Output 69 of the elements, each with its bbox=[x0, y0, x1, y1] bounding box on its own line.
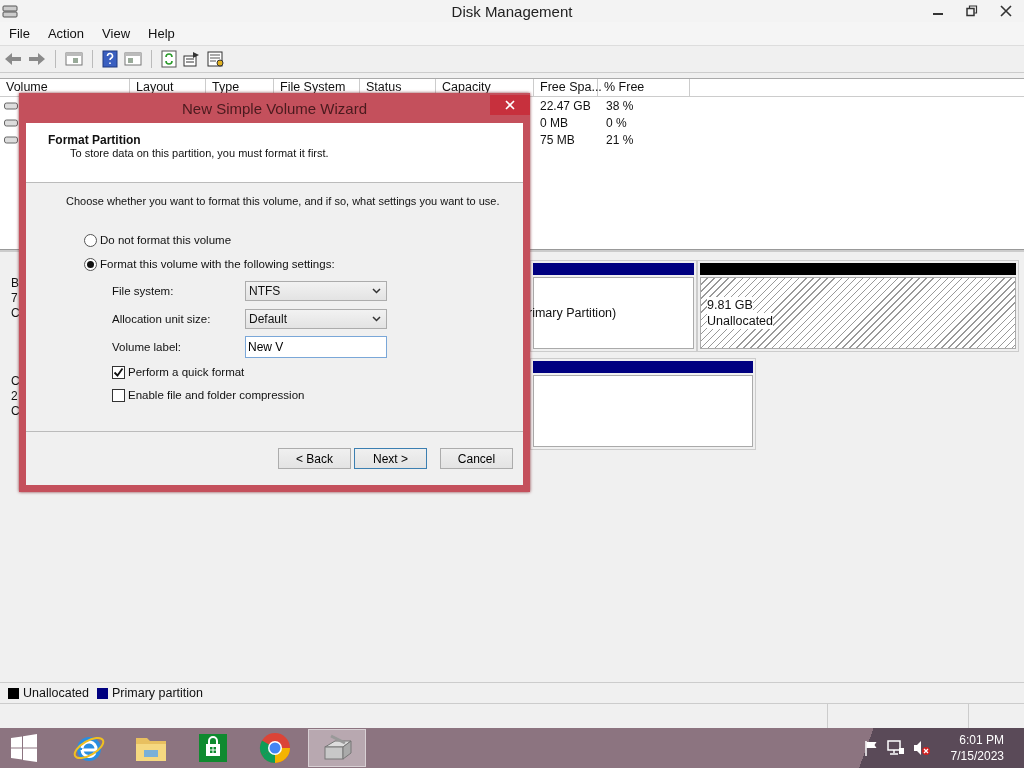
page-subheading: To store data on this partition, you must format it first. bbox=[69, 147, 329, 159]
help-icon[interactable] bbox=[102, 50, 118, 68]
close-icon bbox=[505, 100, 515, 110]
disk-label-text: 2 bbox=[11, 389, 18, 404]
windows-logo-icon[interactable] bbox=[10, 734, 38, 762]
drive-icon bbox=[4, 117, 18, 128]
close-button[interactable] bbox=[490, 95, 530, 115]
settings-icon[interactable] bbox=[207, 51, 225, 67]
partition-status: Unallocated bbox=[707, 313, 773, 329]
properties-icon[interactable] bbox=[183, 51, 201, 67]
muted-speaker-icon[interactable] bbox=[912, 740, 931, 756]
forward-arrow-icon[interactable] bbox=[28, 51, 46, 67]
panel-icon[interactable] bbox=[124, 51, 142, 67]
disk-label-text: B bbox=[11, 276, 19, 291]
window-title: Disk Management bbox=[451, 2, 573, 20]
page-heading: Format Partition bbox=[48, 133, 141, 147]
dialog-title: New Simple Volume Wizard bbox=[181, 99, 368, 117]
partition-size: 9.81 GB bbox=[707, 297, 753, 313]
checkmark-icon bbox=[113, 366, 124, 378]
field-label: File system: bbox=[112, 285, 175, 297]
network-icon[interactable] bbox=[886, 740, 905, 756]
dropdown-field[interactable]: Default bbox=[245, 309, 387, 329]
drive-icon bbox=[4, 100, 18, 111]
legend-label: Primary partition bbox=[112, 686, 203, 700]
instruction-text: Choose whether you want to format this volume, and if so, what settings you want to use. bbox=[66, 195, 500, 207]
checkbox-option[interactable]: Perform a quick format bbox=[112, 364, 245, 380]
chrome-logo-icon bbox=[259, 732, 291, 764]
table-cell: 38 % bbox=[606, 98, 634, 113]
menu-item[interactable]: Action bbox=[38, 26, 94, 41]
menu-item[interactable]: View bbox=[93, 26, 140, 41]
taskbar-button[interactable] bbox=[308, 729, 366, 767]
checkbox-option[interactable]: Enable file and folder compression bbox=[112, 387, 305, 403]
restore-icon[interactable] bbox=[966, 5, 978, 17]
drive-icon bbox=[4, 134, 18, 145]
disk-management-icon bbox=[2, 3, 18, 19]
field-label: Allocation unit size: bbox=[112, 313, 212, 325]
close-icon[interactable] bbox=[1000, 5, 1012, 17]
menu-item[interactable]: Help bbox=[139, 26, 184, 41]
clock-time[interactable]: 6:01 PM bbox=[959, 732, 1004, 748]
dropdown-field[interactable]: NTFS bbox=[245, 281, 387, 301]
chevron-down-icon bbox=[372, 288, 381, 294]
dialog-button[interactable]: Cancel bbox=[440, 448, 513, 469]
field-label: Volume label: bbox=[112, 341, 183, 353]
disk-label-text: 7 bbox=[11, 291, 18, 306]
disk-drive-icon bbox=[321, 733, 353, 763]
radio-option[interactable]: Format this volume with the following settings: bbox=[84, 256, 335, 272]
legend-label: Unallocated bbox=[23, 686, 89, 700]
back-arrow-icon[interactable] bbox=[4, 51, 22, 67]
partition-block[interactable]: 9.81 GB Unallocated bbox=[697, 260, 1019, 352]
shopping-bag-icon bbox=[198, 733, 228, 763]
table-cell: 75 MB bbox=[540, 132, 575, 147]
clock-date[interactable]: 7/15/2023 bbox=[950, 748, 1004, 764]
table-cell: 0 MB bbox=[540, 115, 568, 130]
table-cell: 21 % bbox=[606, 132, 634, 147]
table-cell: 22.47 GB bbox=[540, 98, 591, 113]
partition-block[interactable] bbox=[530, 358, 756, 450]
input-field[interactable]: New V bbox=[245, 336, 387, 358]
panel-icon[interactable] bbox=[65, 51, 83, 67]
disk-label-text: C bbox=[11, 306, 20, 321]
refresh-icon[interactable] bbox=[161, 50, 177, 68]
radio-option[interactable]: Do not format this volume bbox=[84, 232, 232, 248]
flag-icon[interactable] bbox=[862, 740, 879, 756]
disk-label-text: C bbox=[11, 404, 20, 419]
dialog-button[interactable]: Next > bbox=[354, 448, 427, 469]
chevron-down-icon bbox=[372, 316, 381, 322]
disk-label-text: C bbox=[11, 374, 20, 389]
menu-item[interactable]: File bbox=[0, 26, 39, 41]
table-cell: 0 % bbox=[606, 115, 627, 130]
dialog-button[interactable]: < Back bbox=[278, 448, 351, 469]
